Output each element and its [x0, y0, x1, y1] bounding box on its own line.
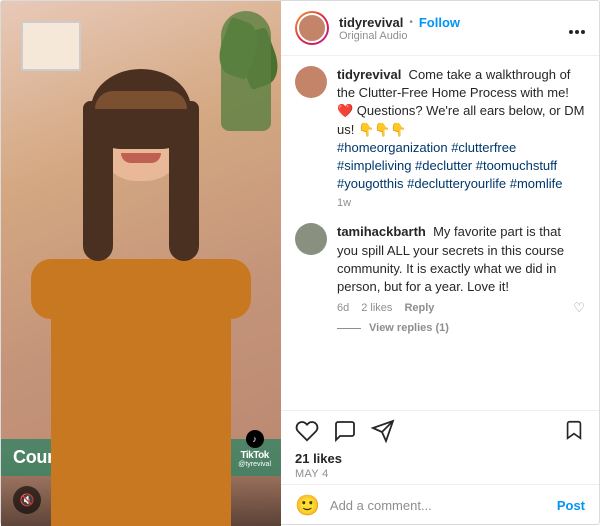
shirt [51, 271, 231, 526]
comment-input[interactable] [330, 498, 547, 513]
tiktok-icon: ♪ [246, 430, 264, 448]
video-panel: Course walkthrough! ♪ TikTok @tyrevival … [1, 1, 281, 526]
hair-side-left [83, 101, 113, 261]
comment-button[interactable] [333, 419, 357, 447]
post-comment-button[interactable]: Post [557, 498, 585, 513]
comment-1-meta: 1w [337, 197, 585, 209]
action-icons-row [295, 419, 585, 447]
comment-1-text: tidyrevival Come take a walkthrough of t… [337, 66, 585, 193]
comment-2-meta: 6d 2 likes Reply ♡ [337, 300, 585, 316]
comment-2: tamihackbarth My favorite part is that y… [295, 223, 585, 334]
comment-1: tidyrevival Come take a walkthrough of t… [295, 66, 585, 209]
comments-section: tidyrevival Come take a walkthrough of t… [281, 56, 599, 410]
hair-side-right [169, 101, 199, 261]
comment-1-time: 1w [337, 197, 351, 209]
comment-2-username[interactable]: tamihackbarth [337, 224, 426, 239]
comment-2-heart-icon[interactable]: ♡ [573, 300, 585, 316]
comment-2-likes: 2 likes [361, 302, 392, 314]
username-row: tidyrevival • Follow [339, 15, 559, 30]
mute-button[interactable]: 🔇 [13, 486, 41, 514]
comment-2-reply-button[interactable]: Reply [404, 302, 434, 314]
tiktok-label: TikTok [240, 450, 268, 461]
comment-1-hashtags: #homeorganization #clutterfree #simpleli… [337, 140, 562, 191]
comment-2-text: tamihackbarth My favorite part is that y… [337, 223, 585, 296]
comment-1-avatar [295, 66, 327, 98]
share-button[interactable] [371, 419, 395, 447]
post-username[interactable]: tidyrevival [339, 15, 403, 30]
likes-count: 21 likes [295, 451, 585, 466]
follow-button[interactable]: Follow [419, 15, 460, 30]
post-panel: tidyrevival • Follow Original Audio [281, 1, 599, 526]
actions-bar: 21 likes May 4 [281, 410, 599, 484]
bookmark-button[interactable] [563, 419, 585, 447]
mute-icon: 🔇 [20, 493, 35, 507]
add-comment-row: 🙂 Post [281, 484, 599, 526]
view-replies-button[interactable]: View replies (1) [369, 322, 449, 334]
comment-2-avatar [295, 223, 327, 255]
post-audio-label: Original Audio [339, 30, 559, 42]
replies-line [337, 328, 361, 329]
post-header: tidyrevival • Follow Original Audio [281, 1, 599, 56]
instagram-post: Course walkthrough! ♪ TikTok @tyrevival … [0, 0, 600, 525]
post-header-info: tidyrevival • Follow Original Audio [339, 15, 559, 42]
emoji-button[interactable]: 🙂 [295, 493, 320, 518]
post-menu-button[interactable] [569, 18, 585, 39]
tiktok-username: @tyrevival [238, 461, 271, 468]
headband [95, 91, 187, 109]
separator: • [409, 17, 413, 28]
like-button[interactable] [295, 419, 319, 447]
comment-2-time: 6d [337, 302, 349, 314]
post-date: May 4 [295, 468, 585, 480]
post-avatar [295, 11, 329, 45]
comment-1-username[interactable]: tidyrevival [337, 67, 401, 82]
tiktok-watermark: ♪ TikTok @tyrevival [238, 430, 271, 468]
avatar-image [297, 13, 327, 43]
view-replies-row: View replies (1) [337, 322, 585, 334]
comment-2-content: tamihackbarth My favorite part is that y… [337, 223, 585, 334]
comment-1-content: tidyrevival Come take a walkthrough of t… [337, 66, 585, 209]
